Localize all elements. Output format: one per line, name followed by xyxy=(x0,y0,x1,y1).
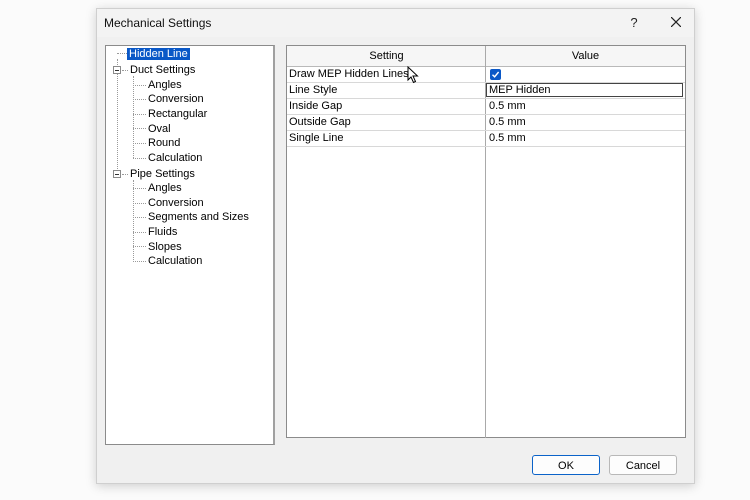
tree-connector xyxy=(133,85,146,86)
setting-name-cell: Line Style xyxy=(289,84,338,96)
tree-connector xyxy=(133,261,146,262)
grid-row-inside-gap[interactable]: Inside Gap 0.5 mm xyxy=(287,99,685,115)
setting-value-cell[interactable]: 0.5 mm xyxy=(487,115,526,130)
setting-name-cell: Inside Gap xyxy=(289,100,343,112)
setting-value-cell: MEP Hidden xyxy=(489,84,551,96)
draw-hidden-lines-checkbox[interactable] xyxy=(490,69,501,80)
setting-name-cell: Draw MEP Hidden Lines xyxy=(289,68,409,80)
grid-row-line-style[interactable]: Line Style MEP Hidden xyxy=(287,83,685,99)
tree-node-duct-settings[interactable]: Duct Settings xyxy=(130,63,195,77)
settings-tree[interactable]: Hidden Line Duct Settings Angles Convers… xyxy=(105,45,275,445)
tree-node-pipe-settings[interactable]: Pipe Settings xyxy=(130,167,195,181)
cancel-button[interactable]: Cancel xyxy=(609,455,677,475)
column-header-setting[interactable]: Setting xyxy=(287,46,486,66)
tree-node-pipe-segments-sizes[interactable]: Segments and Sizes xyxy=(148,210,249,224)
settings-grid: Setting Value Draw MEP Hidden Lines Line… xyxy=(286,45,686,438)
setting-value-cell[interactable]: 0.5 mm xyxy=(487,99,526,114)
tree-connector xyxy=(133,180,134,262)
dialog-title: Mechanical Settings xyxy=(104,16,212,30)
tree-connector xyxy=(122,70,128,71)
tree-node-pipe-fluids[interactable]: Fluids xyxy=(148,225,177,239)
tree-node-duct-calculation[interactable]: Calculation xyxy=(148,151,202,165)
tree-node-duct-oval[interactable]: Oval xyxy=(148,122,171,136)
grid-row-single-line[interactable]: Single Line 0.5 mm xyxy=(287,131,685,147)
tree-connector xyxy=(117,53,127,54)
setting-name-cell: Single Line xyxy=(289,132,344,144)
tree-node-pipe-angles[interactable]: Angles xyxy=(148,181,182,195)
ok-button[interactable]: OK xyxy=(532,455,600,475)
tree-node-pipe-conversion[interactable]: Conversion xyxy=(148,196,204,210)
mechanical-settings-dialog: Mechanical Settings ? Hidden Line Duct S… xyxy=(96,8,695,484)
setting-value-cell[interactable]: 0.5 mm xyxy=(487,131,526,146)
setting-name-cell: Outside Gap xyxy=(289,116,351,128)
tree-connector xyxy=(133,232,146,233)
tree-node-hidden-line[interactable]: Hidden Line xyxy=(126,47,191,61)
collapse-icon[interactable] xyxy=(113,66,121,74)
tree-node-pipe-calculation[interactable]: Calculation xyxy=(148,254,202,268)
tree-node-pipe-slopes[interactable]: Slopes xyxy=(148,240,182,254)
tree-connector xyxy=(133,143,146,144)
column-header-value[interactable]: Value xyxy=(486,46,685,66)
tree-connector xyxy=(133,188,146,189)
tree-connector xyxy=(133,114,146,115)
tree-connector xyxy=(133,128,146,129)
tree-connector xyxy=(133,217,146,218)
checkmark-icon xyxy=(492,71,500,78)
tree-connector xyxy=(133,203,146,204)
close-icon xyxy=(670,16,682,28)
tree-connector xyxy=(117,59,118,175)
tree-node-duct-rectangular[interactable]: Rectangular xyxy=(148,107,207,121)
tree-connector xyxy=(133,158,146,159)
tree-node-duct-round[interactable]: Round xyxy=(148,136,180,150)
collapse-icon[interactable] xyxy=(113,170,121,178)
grid-row-draw-mep-hidden-lines[interactable]: Draw MEP Hidden Lines xyxy=(287,66,685,84)
title-bar: Mechanical Settings ? xyxy=(97,9,694,37)
tree-connector xyxy=(122,174,128,175)
mouse-cursor-icon xyxy=(407,66,419,84)
tree-node-duct-angles[interactable]: Angles xyxy=(148,78,182,92)
tree-connector xyxy=(133,99,146,100)
tree-connector xyxy=(133,76,134,158)
tree-connector xyxy=(133,246,146,247)
grid-row-outside-gap[interactable]: Outside Gap 0.5 mm xyxy=(287,115,685,131)
grid-header: Setting Value xyxy=(287,46,685,67)
tree-node-duct-conversion[interactable]: Conversion xyxy=(148,92,204,106)
help-button[interactable]: ? xyxy=(623,13,645,33)
close-button[interactable] xyxy=(665,13,687,33)
